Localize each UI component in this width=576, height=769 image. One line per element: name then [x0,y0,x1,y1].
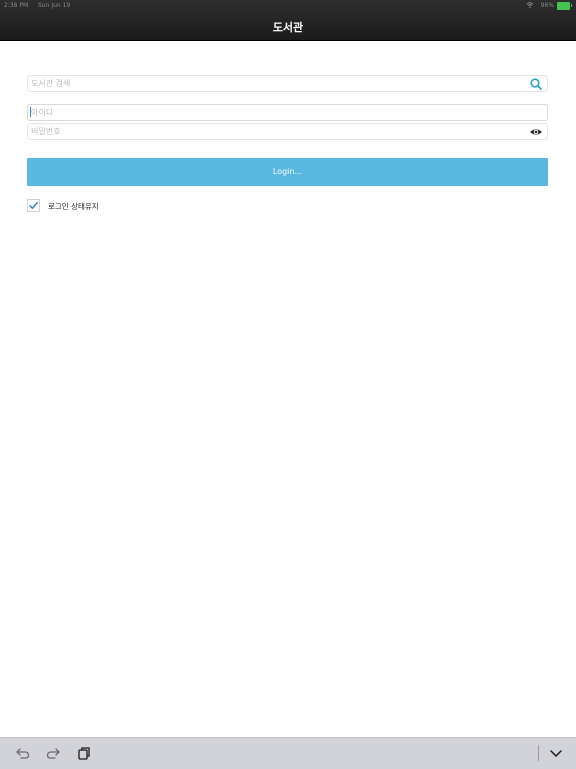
navigation-bar: 2:38 PM Sun Jun 19 96% 도서관 [0,0,576,41]
remember-checkbox[interactable] [27,199,40,212]
search-icon[interactable] [529,77,543,91]
user-id-input[interactable] [31,106,525,119]
clipboard-icon[interactable] [76,745,92,761]
text-cursor [30,107,31,117]
status-date: Sun Jun 19 [38,2,71,9]
undo-icon[interactable] [15,745,31,761]
login-button[interactable]: Login... [27,158,548,186]
chevron-down-icon[interactable] [548,745,564,761]
redo-icon[interactable] [45,745,61,761]
password-input[interactable] [31,125,525,138]
battery-percentage: 96% [540,2,554,9]
library-search-field[interactable] [27,75,548,92]
eye-icon[interactable] [529,125,543,139]
keyboard-toolbar [0,737,576,769]
user-id-field[interactable] [27,104,548,121]
battery-icon [557,2,572,10]
remember-label: 로그인 상태유지 [48,202,99,211]
checkmark-icon [29,201,38,209]
wifi-icon [526,2,534,9]
toolbar-divider [538,745,539,761]
page-title: 도서관 [272,21,304,34]
status-time: 2:38 PM [4,2,29,9]
library-search-input[interactable] [31,77,525,90]
password-field[interactable] [27,123,548,140]
status-bar: 2:38 PM Sun Jun 19 96% [0,0,576,12]
